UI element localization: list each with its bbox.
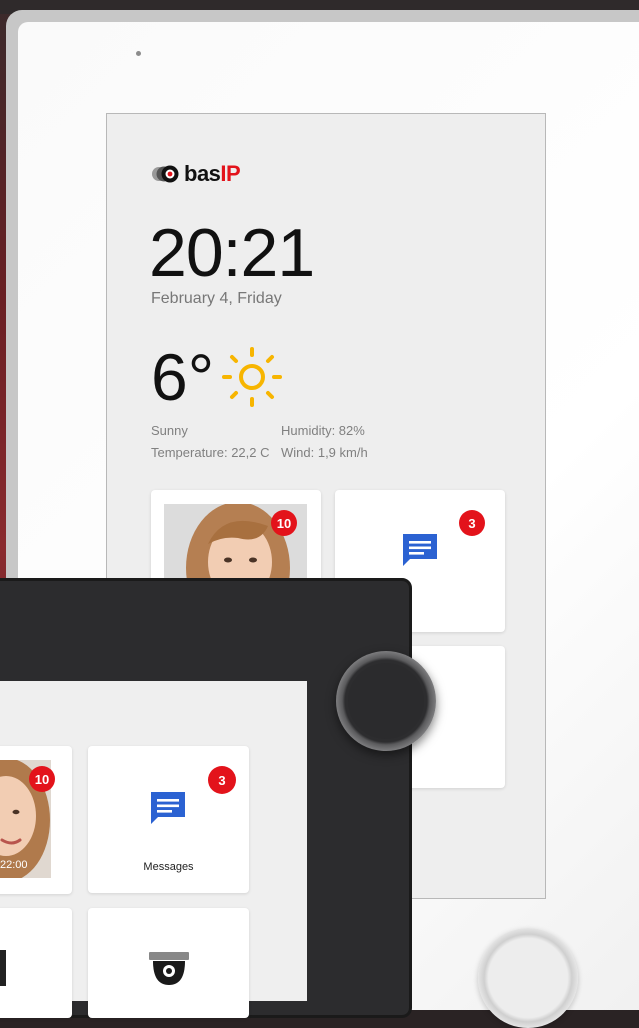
camera-lens [136, 51, 141, 56]
logo-icon [152, 165, 179, 183]
visitors-tile-black[interactable]: 10 22:00 [0, 746, 72, 894]
message-icon [403, 534, 437, 566]
lock-tile-black[interactable] [0, 908, 72, 1018]
outdoor-temperature: 6° [151, 340, 215, 414]
weather-condition: Sunny [151, 423, 188, 438]
message-icon-black [151, 792, 185, 824]
black-panel-screen: 10 22:00 3 Messages [0, 681, 307, 1018]
visitor-time: 22:00 [0, 859, 28, 871]
weather-humidity: Humidity: 82% [281, 423, 365, 438]
knob-center [348, 663, 424, 739]
sun-icon [222, 347, 282, 407]
messages-badge-black: 3 [208, 766, 236, 794]
clock-date: February 4, Friday [151, 290, 282, 307]
black-panel-knob[interactable] [336, 651, 436, 751]
visitors-badge-black: 10 [29, 766, 55, 792]
camera-icon [149, 952, 189, 985]
messages-tile-black[interactable]: 3 Messages [88, 746, 249, 893]
visitors-badge: 10 [271, 510, 297, 536]
messages-badge: 3 [459, 510, 485, 536]
clock-time: 20:21 [149, 215, 315, 291]
logo-text: basIP [184, 161, 241, 186]
lock-icon [0, 950, 6, 986]
brand-logo: basIP [151, 161, 241, 186]
cameras-tile-black[interactable] [88, 908, 249, 1018]
weather-temperature: Temperature: 22,2 C [151, 445, 270, 460]
messages-label: Messages [143, 861, 194, 873]
weather-wind: Wind: 1,9 km/h [281, 445, 368, 460]
white-panel-knob[interactable] [478, 928, 578, 1028]
